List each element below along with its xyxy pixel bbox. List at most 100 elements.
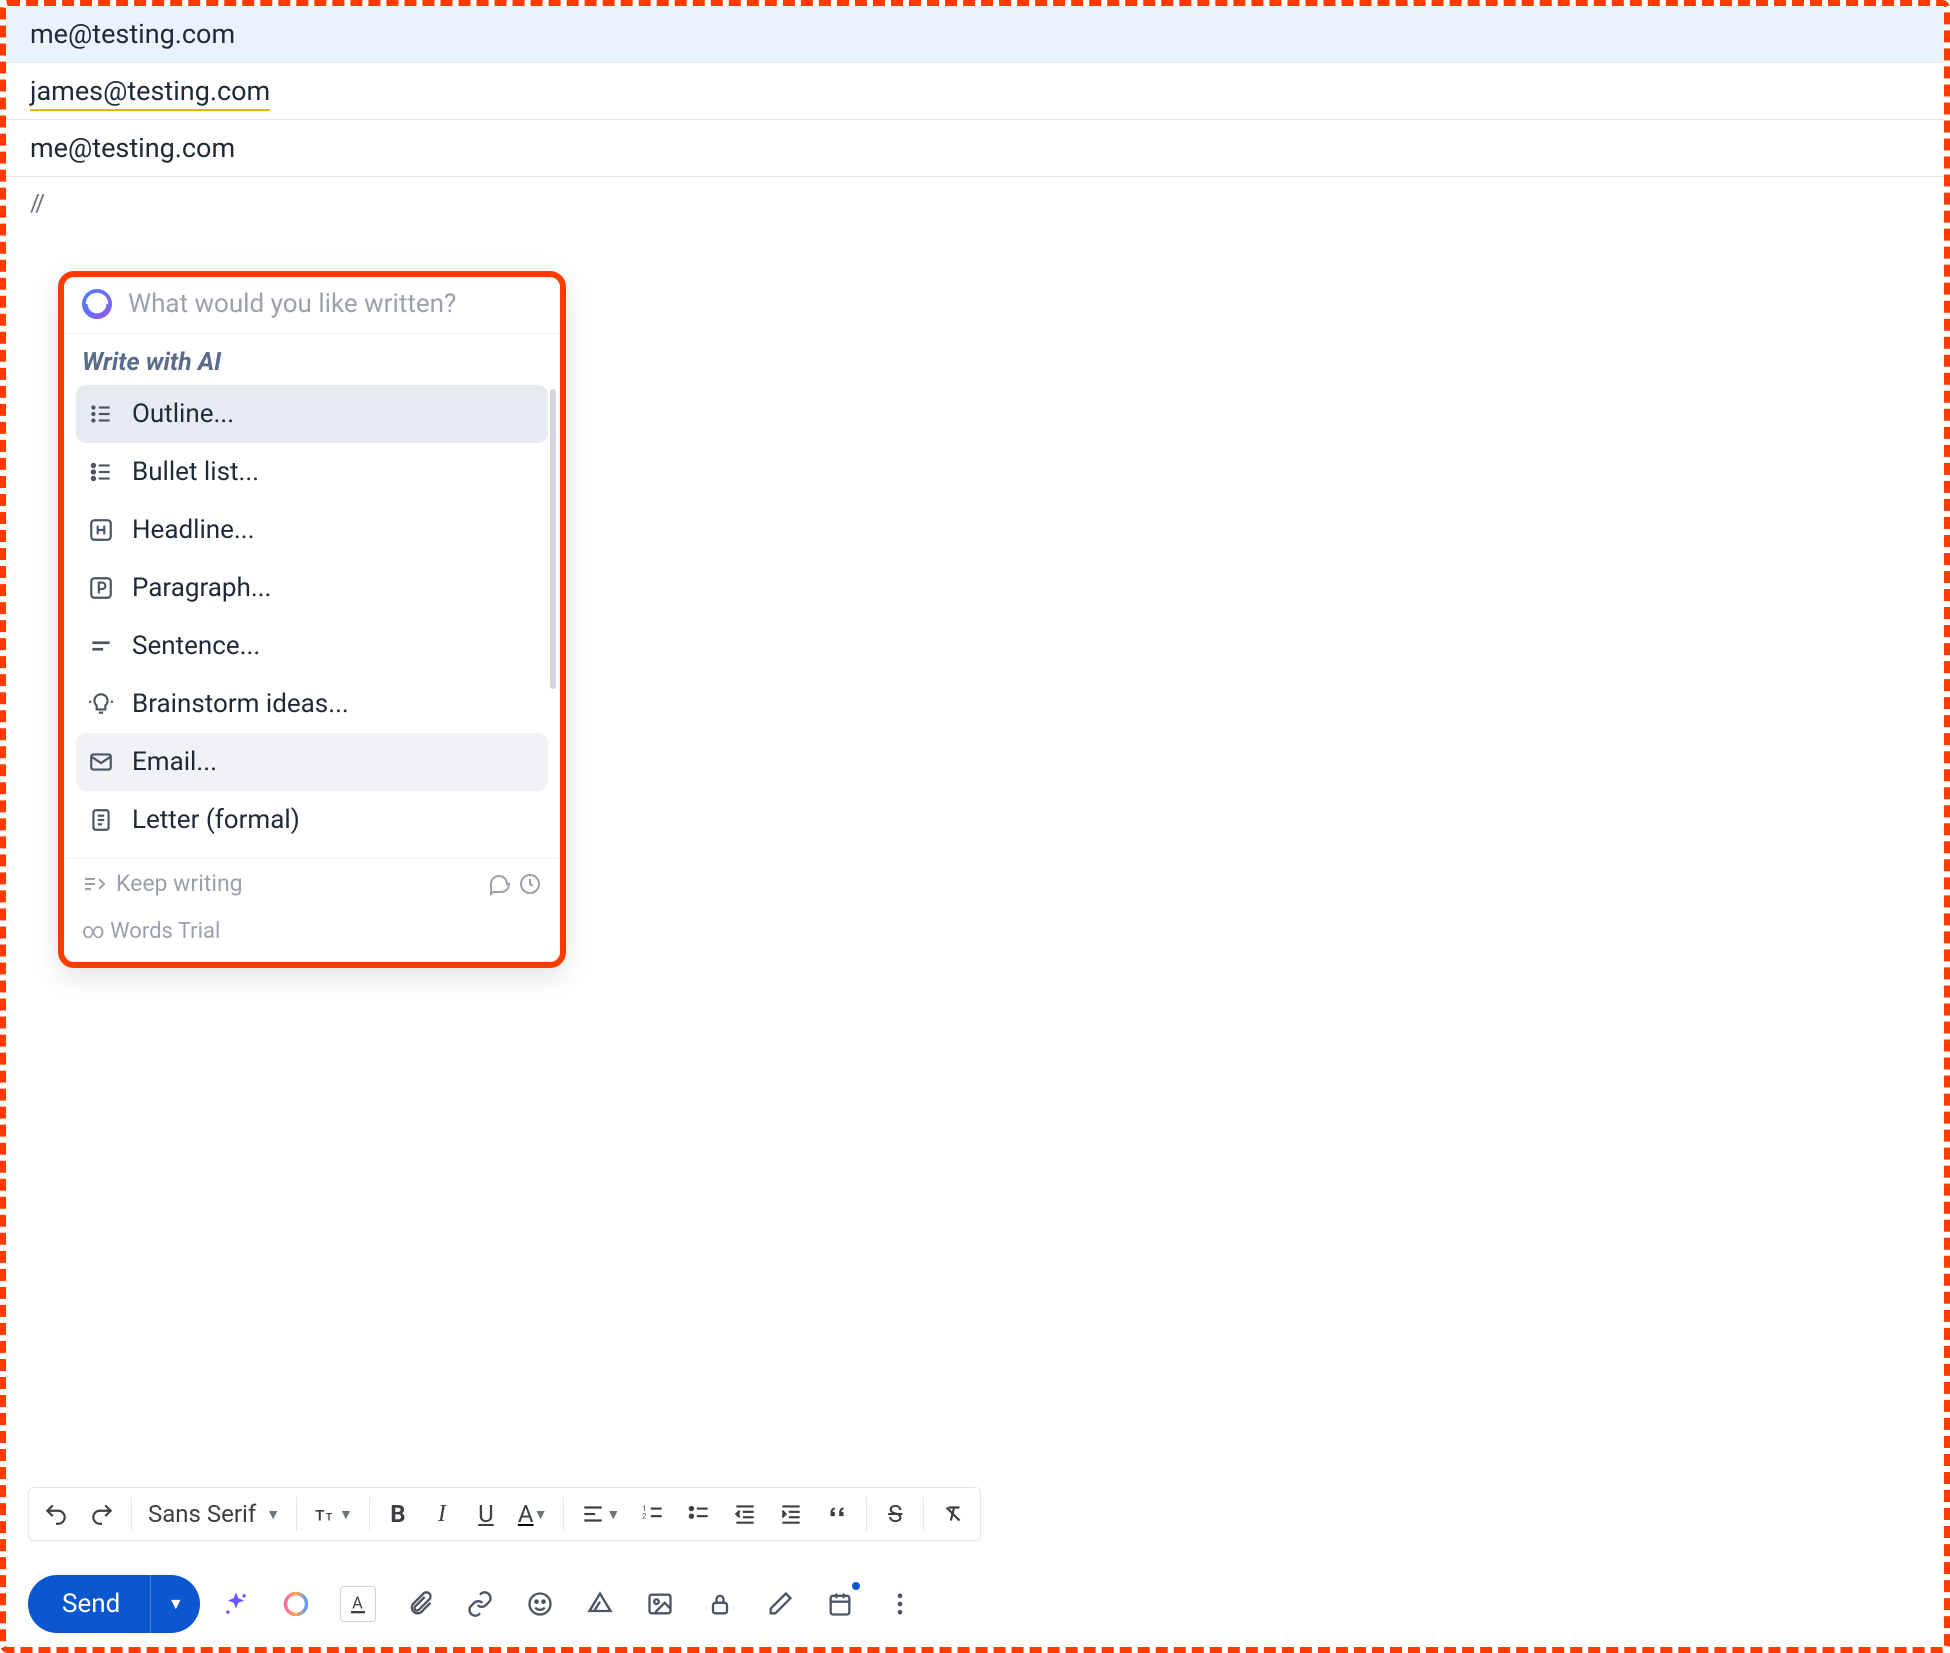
indent-more-icon (778, 1501, 804, 1527)
more-options-button[interactable] (884, 1588, 916, 1620)
quote-button[interactable] (814, 1492, 860, 1536)
p-box-icon (88, 575, 114, 601)
sparkle-icon (222, 1590, 250, 1618)
ai-logo-icon (82, 289, 112, 319)
svg-text:2: 2 (642, 1511, 646, 1520)
svg-text:T: T (326, 1513, 332, 1524)
lines-icon (88, 633, 114, 659)
scrollbar[interactable] (550, 389, 556, 689)
font-size-icon: TT (313, 1501, 339, 1527)
svg-text:T: T (315, 1507, 324, 1525)
indent-less-button[interactable] (722, 1492, 768, 1536)
notification-dot (852, 1582, 860, 1590)
gradient-circle-icon (282, 1590, 310, 1618)
chat-icon[interactable] (488, 872, 512, 896)
image-icon (646, 1590, 674, 1618)
drive-button[interactable] (584, 1588, 616, 1620)
drive-icon (586, 1590, 614, 1618)
from-field-row[interactable]: me@testing.com (6, 6, 1944, 63)
redo-button[interactable] (79, 1492, 125, 1536)
font-color-icon: A (518, 1500, 534, 1528)
text-color-button[interactable]: A ▼ (508, 1492, 558, 1536)
format-toolbar: Sans Serif ▼ TT ▼ B I U A ▼ ▼ 12 S (28, 1487, 981, 1541)
ai-search-row (64, 277, 560, 334)
email-body[interactable]: // (6, 177, 1944, 229)
ai-item-label: Email... (132, 747, 217, 777)
link-button[interactable] (464, 1588, 496, 1620)
clear-formatting-button[interactable] (930, 1492, 976, 1536)
lightbulb-icon (88, 691, 114, 717)
caret-down-icon: ▼ (339, 1506, 353, 1523)
indent-less-icon (732, 1501, 758, 1527)
underline-button[interactable]: U (464, 1492, 508, 1536)
envelope-icon (88, 749, 114, 775)
trial-label: ∞ Words Trial (82, 919, 542, 944)
history-icon[interactable] (518, 872, 542, 896)
svg-text:A: A (352, 1594, 363, 1613)
keep-writing-icon (82, 872, 106, 896)
numbered-list-button[interactable]: 12 (630, 1492, 676, 1536)
emoji-icon (526, 1590, 554, 1618)
undo-button[interactable] (33, 1492, 79, 1536)
align-left-icon (580, 1501, 606, 1527)
bold-button[interactable]: B (376, 1492, 420, 1536)
ai-item-letter[interactable]: Letter (formal) (76, 791, 548, 849)
ai-item-label: Paragraph... (132, 573, 271, 603)
calendar-icon (826, 1590, 854, 1618)
ai-sparkle-button[interactable] (220, 1588, 252, 1620)
send-button[interactable]: Send (28, 1575, 150, 1633)
ai-popup: Write with AI Outline... Bullet list... … (58, 271, 566, 968)
h-box-icon (88, 517, 114, 543)
to-field-row[interactable]: james@testing.com (6, 63, 1944, 120)
ai-item-outline[interactable]: Outline... (76, 385, 548, 443)
ai-item-email[interactable]: Email... (76, 733, 548, 791)
text-a-icon: A (344, 1590, 372, 1618)
numbered-list-icon: 12 (640, 1501, 666, 1527)
undo-icon (43, 1501, 69, 1527)
list-numbered-icon (88, 401, 114, 427)
clear-format-icon (940, 1501, 966, 1527)
ai-item-label: Letter (formal) (132, 805, 300, 835)
confidential-button[interactable] (704, 1588, 736, 1620)
image-button[interactable] (644, 1588, 676, 1620)
quote-icon (824, 1501, 850, 1527)
ai-item-brainstorm[interactable]: Brainstorm ideas... (76, 675, 548, 733)
list-bullet-icon (88, 459, 114, 485)
italic-button[interactable]: I (420, 1492, 464, 1536)
bullet-list-button[interactable] (676, 1492, 722, 1536)
align-button[interactable]: ▼ (570, 1492, 630, 1536)
bullet-list-icon (686, 1501, 712, 1527)
caret-down-icon: ▼ (266, 1506, 280, 1523)
gradient-circle-button[interactable] (280, 1588, 312, 1620)
document-icon (88, 807, 114, 833)
ai-item-paragraph[interactable]: Paragraph... (76, 559, 548, 617)
ai-item-headline[interactable]: Headline... (76, 501, 548, 559)
paperclip-icon (406, 1590, 434, 1618)
ai-section-title: Write with AI (64, 334, 560, 385)
keep-writing-label: Keep writing (116, 870, 243, 897)
to-field-value: james@testing.com (30, 75, 270, 111)
ai-item-sentence[interactable]: Sentence... (76, 617, 548, 675)
keep-writing-button[interactable]: Keep writing (82, 870, 243, 897)
strikethrough-button[interactable]: S (873, 1492, 917, 1536)
body-prefix: // (30, 189, 43, 217)
send-options-button[interactable]: ▼ (150, 1575, 200, 1633)
cc-field-value: me@testing.com (30, 132, 235, 164)
pen-icon (766, 1590, 794, 1618)
schedule-button[interactable] (824, 1588, 856, 1620)
ai-item-label: Bullet list... (132, 457, 259, 487)
font-size-selector[interactable]: TT ▼ (303, 1492, 363, 1536)
text-format-toggle[interactable]: A (340, 1586, 376, 1622)
ai-item-bullet-list[interactable]: Bullet list... (76, 443, 548, 501)
emoji-button[interactable] (524, 1588, 556, 1620)
attach-button[interactable] (404, 1588, 436, 1620)
ai-prompt-input[interactable] (128, 289, 542, 319)
ai-item-label: Outline... (132, 399, 234, 429)
bottom-action-bar: Send ▼ A (28, 1575, 916, 1633)
link-icon (466, 1590, 494, 1618)
cc-field-row[interactable]: me@testing.com (6, 120, 1944, 177)
signature-button[interactable] (764, 1588, 796, 1620)
font-family-selector[interactable]: Sans Serif ▼ (138, 1492, 290, 1536)
indent-more-button[interactable] (768, 1492, 814, 1536)
ai-items-list: Outline... Bullet list... Headline... Pa… (64, 385, 560, 857)
